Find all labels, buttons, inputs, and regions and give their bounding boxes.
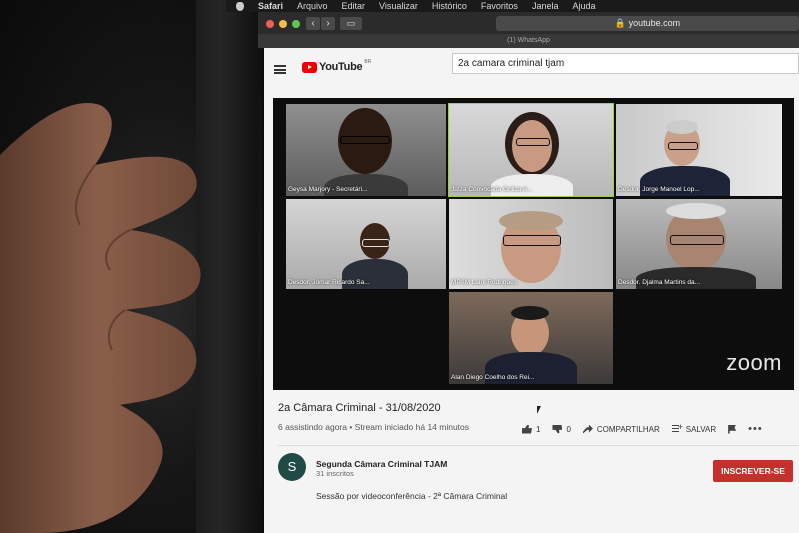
hand-photo [0, 103, 201, 533]
video-description: Sessão por videoconferência - 2ª Câmara … [316, 491, 508, 501]
participant-name: MPAM Liani Rodrigues [451, 279, 517, 286]
thumbs-up-icon [522, 424, 532, 434]
menu-app-name[interactable]: Safari [258, 1, 283, 11]
dislike-button[interactable]: 0 [552, 424, 571, 434]
youtube-region-code: BR [364, 59, 372, 65]
search-input[interactable]: 2a camara criminal tjam [452, 53, 799, 74]
zoom-watermark: zoom [726, 350, 782, 375]
subscribe-button[interactable]: INSCREVER-SE [713, 460, 793, 482]
share-button[interactable]: COMPARTILHAR [582, 424, 660, 434]
menu-icon[interactable] [274, 65, 286, 74]
close-window-button[interactable] [266, 20, 274, 28]
youtube-logo-text: YouTube [319, 61, 363, 73]
browser-toolbar: ‹ › ▭ 🔒 youtube.com (1) WhatsApp [258, 12, 799, 48]
menu-item-file[interactable]: Arquivo [297, 1, 328, 11]
video-player[interactable]: Geysa Marjory - Secretári... Juíza Convo… [273, 98, 794, 390]
tab-title: (1) WhatsApp [507, 37, 550, 44]
participant-tile: Desdor. Jorge Manoel Lop... [616, 104, 782, 196]
divider [278, 445, 799, 446]
participant-name: Desdor. Djalma Martins da... [618, 279, 701, 286]
window-controls [266, 20, 300, 28]
channel-avatar[interactable]: S [278, 453, 306, 481]
save-button[interactable]: SALVAR [671, 422, 717, 434]
video-actions: 1 0 COMPARTILHAR SALVAR ••• [522, 422, 763, 435]
share-icon [582, 424, 593, 434]
like-count: 1 [536, 424, 541, 434]
zoom-window-button[interactable] [292, 20, 300, 28]
video-meta: 6 assistindo agora • Stream iniciado há … [278, 422, 470, 432]
participant-name: Desdor. Jorge Manoel Lop... [618, 186, 700, 193]
participant-tile: Alan Diego Coelho dos Rei... [449, 292, 613, 384]
lock-icon: 🔒 [614, 18, 627, 28]
menu-item-history[interactable]: Histórico [432, 1, 467, 11]
mouse-cursor-icon [537, 406, 541, 414]
video-title: 2a Câmara Criminal - 31/08/2020 [278, 402, 441, 414]
youtube-logo[interactable]: YouTube BR [302, 59, 372, 73]
save-label: SALVAR [685, 424, 717, 434]
like-button[interactable]: 1 [522, 424, 541, 434]
share-label: COMPARTILHAR [596, 424, 660, 434]
participant-tile: Desdor. Djalma Martins da... [616, 199, 782, 289]
address-text: youtube.com [628, 18, 681, 28]
dislike-count: 0 [566, 424, 571, 434]
menu-item-view[interactable]: Visualizar [379, 1, 418, 11]
more-actions-button[interactable]: ••• [748, 423, 763, 435]
participant-name: Desdor. Jomar Ricardo Sa... [288, 279, 370, 286]
participant-name: Alan Diego Coelho dos Rei... [451, 374, 535, 381]
report-button[interactable] [728, 424, 737, 434]
participant-tile: Desdor. Jomar Ricardo Sa... [286, 199, 446, 289]
youtube-play-icon [302, 61, 317, 73]
participant-name: Juíza Convocada Onilza A... [451, 186, 533, 193]
menu-item-window[interactable]: Janela [532, 1, 559, 11]
forward-button[interactable]: › [321, 17, 335, 30]
participant-name: Geysa Marjory - Secretári... [288, 186, 368, 193]
participant-tile: MPAM Liani Rodrigues [449, 199, 613, 289]
youtube-page: YouTube BR 2a camara criminal tjam Geysa… [264, 48, 799, 533]
minimize-window-button[interactable] [279, 20, 287, 28]
macos-menu-bar: Safari Arquivo Editar Visualizar Históri… [226, 0, 799, 12]
youtube-masthead: YouTube BR 2a camara criminal tjam [264, 48, 799, 88]
subscriber-count: 31 inscritos [316, 469, 354, 478]
apple-icon[interactable] [236, 1, 244, 11]
playlist-add-icon [671, 422, 683, 434]
thumbs-down-icon [552, 424, 563, 434]
participant-tile-active: Juíza Convocada Onilza A... [448, 103, 614, 197]
flag-icon [728, 424, 737, 434]
sidebar-toggle-button[interactable]: ▭ [340, 17, 362, 30]
menu-item-help[interactable]: Ajuda [572, 1, 595, 11]
menu-item-bookmarks[interactable]: Favoritos [481, 1, 518, 11]
back-button[interactable]: ‹ [306, 17, 320, 30]
menu-item-edit[interactable]: Editar [342, 1, 366, 11]
address-bar[interactable]: 🔒 youtube.com [496, 16, 799, 31]
participant-tile: Geysa Marjory - Secretári... [286, 104, 446, 196]
channel-name[interactable]: Segunda Câmara Criminal TJAM [316, 459, 447, 469]
browser-tab[interactable]: (1) WhatsApp [258, 34, 799, 48]
